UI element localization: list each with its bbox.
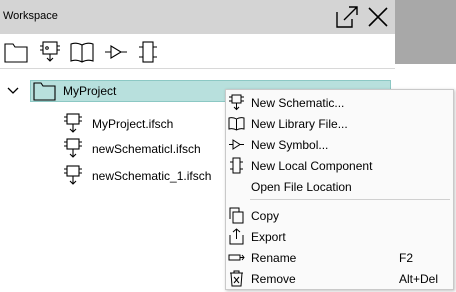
schematic-icon[interactable] [36, 38, 64, 66]
context-menu: New Schematic... New Library File... New… [225, 89, 454, 290]
menu-item-new-library-file[interactable]: New Library File... [226, 113, 453, 134]
menu-item-label: Export [251, 230, 286, 244]
tree-item-label: MyProject [63, 84, 117, 98]
folder-icon [33, 81, 57, 101]
symbol-icon [228, 136, 245, 153]
menu-item-label: Rename [251, 251, 297, 265]
menu-separator [250, 199, 450, 200]
export-icon [228, 228, 245, 245]
schematic-file-icon [63, 138, 83, 160]
menu-item-label: New Library File... [251, 117, 348, 131]
menu-item-new-schematic[interactable]: New Schematic... [226, 92, 453, 113]
menu-item-export[interactable]: Export [226, 226, 453, 247]
tree-item-label: newSchematicl.ifsch [92, 142, 201, 156]
rename-icon [228, 249, 245, 266]
menu-item-rename[interactable]: Rename F2 [226, 247, 453, 268]
tree-item-file[interactable]: newSchematicl.ifsch [63, 138, 201, 160]
menu-item-label: New Schematic... [251, 96, 345, 110]
panel-title: Workspace [3, 10, 58, 22]
menu-item-label: New Symbol... [251, 138, 329, 152]
menu-item-shortcut: Alt+Del [399, 272, 439, 286]
component-icon[interactable] [134, 38, 162, 66]
menu-item-label: Copy [251, 209, 280, 223]
workspace-toolbar [0, 34, 395, 68]
schematic-icon [228, 94, 245, 111]
close-icon[interactable] [365, 4, 391, 30]
tree-item-label: newSchematic_1.ifsch [92, 169, 212, 183]
menu-item-new-symbol[interactable]: New Symbol... [226, 134, 453, 155]
schematic-file-icon [63, 113, 83, 135]
tree-item-file[interactable]: newSchematic_1.ifsch [63, 165, 211, 187]
copy-icon [228, 207, 245, 224]
popout-icon[interactable] [334, 4, 360, 30]
background-area [395, 0, 456, 64]
tree-item-label: MyProject.ifsch [92, 117, 174, 131]
menu-item-shortcut: F2 [399, 251, 414, 265]
component-icon [228, 157, 245, 174]
symbol-icon[interactable] [102, 38, 130, 66]
library-book-icon [228, 115, 245, 132]
menu-item-label: Remove [251, 272, 296, 286]
chevron-down-icon[interactable] [6, 84, 20, 98]
menu-item-new-local-component[interactable]: New Local Component [226, 155, 453, 176]
menu-item-label: New Local Component [251, 159, 373, 173]
schematic-file-icon [63, 165, 83, 187]
menu-item-label: Open File Location [251, 180, 352, 194]
folder-icon[interactable] [2, 38, 30, 66]
menu-item-remove[interactable]: Remove Alt+Del [226, 268, 453, 289]
tree-item-file[interactable]: MyProject.ifsch [63, 113, 173, 135]
workspace-titlebar: Workspace [0, 0, 395, 34]
menu-item-copy[interactable]: Copy [226, 205, 453, 226]
menu-item-open-file-location[interactable]: Open File Location [226, 176, 453, 197]
remove-icon [228, 270, 245, 287]
library-book-icon[interactable] [68, 38, 96, 66]
